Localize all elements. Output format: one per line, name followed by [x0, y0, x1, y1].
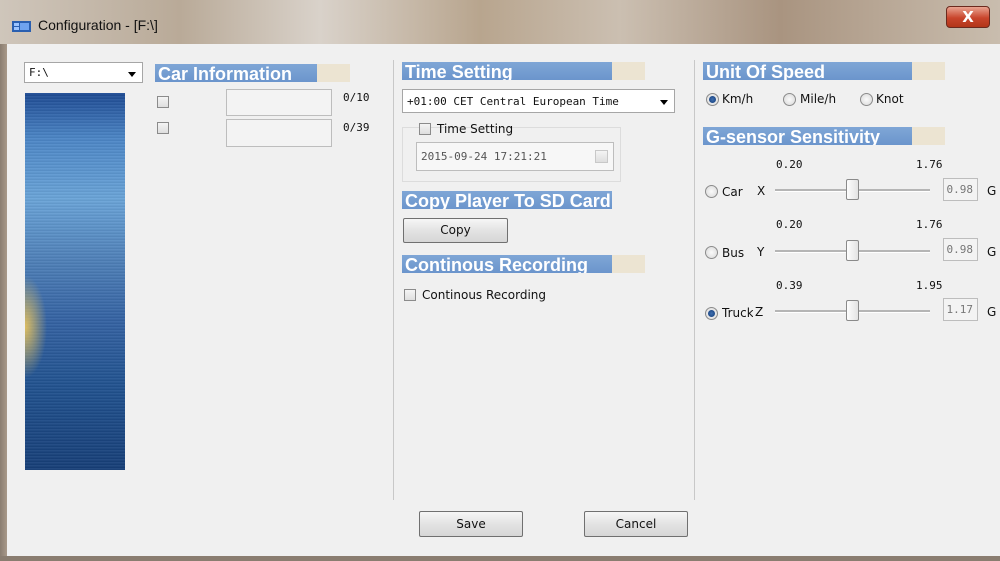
copy-button[interactable]: Copy: [403, 218, 508, 243]
calendar-toggle-icon[interactable]: [595, 150, 608, 163]
car-info-counter-1: 0/10: [343, 91, 370, 104]
time-setting-title: Time Setting: [405, 62, 513, 80]
unit-knot-label: Knot: [876, 92, 904, 106]
continuous-recording-header: Continous Recording: [402, 253, 645, 273]
continuous-recording-title: Continous Recording: [405, 255, 588, 273]
preset-car-radio[interactable]: [705, 185, 718, 198]
drive-select[interactable]: F:\: [24, 62, 143, 83]
g-sensor-y-slider-thumb[interactable]: [846, 240, 859, 261]
datetime-field[interactable]: 2015-09-24 17:21:21: [416, 142, 614, 171]
g-sensor-header: G-sensor Sensitivity: [703, 125, 945, 145]
window-frame-bottom: [0, 556, 1000, 561]
g-sensor-z-value[interactable]: 1.17: [943, 298, 978, 321]
timezone-select-value: +01:00 CET Central European Time: [407, 95, 619, 108]
axis-x-label: X: [757, 184, 766, 198]
close-button[interactable]: X: [946, 6, 990, 28]
column-divider-1: [393, 60, 394, 500]
app-icon: [12, 21, 31, 32]
unit-kmh-label: Km/h: [722, 92, 754, 106]
g-sensor-y-unit: G: [987, 245, 997, 259]
car-info-counter-2: 0/39: [343, 121, 370, 134]
close-icon: X: [962, 8, 974, 26]
g-sensor-z-unit: G: [987, 305, 997, 319]
bus-max-label: 1.76: [916, 218, 943, 231]
continuous-recording-checkbox[interactable]: [404, 289, 416, 301]
car-info-field-2[interactable]: [226, 119, 332, 147]
bus-min-label: 0.20: [776, 218, 803, 231]
time-setting-checkbox-label: Time Setting: [437, 122, 514, 136]
truck-max-label: 1.95: [916, 279, 943, 292]
preset-bus-label: Bus: [722, 246, 745, 260]
car-max-label: 1.76: [916, 158, 943, 171]
g-sensor-title: G-sensor Sensitivity: [706, 127, 881, 145]
axis-y-label: Y: [757, 245, 765, 259]
car-info-field-1[interactable]: [226, 89, 332, 116]
g-sensor-x-slider-thumb[interactable]: [846, 179, 859, 200]
preset-truck-radio[interactable]: [705, 307, 718, 320]
product-image: [25, 93, 125, 470]
truck-min-label: 0.39: [776, 279, 803, 292]
unit-of-speed-header: Unit Of Speed: [703, 60, 945, 80]
car-info-checkbox-2[interactable]: [157, 122, 169, 134]
preset-truck-label: Truck: [722, 306, 753, 320]
preset-car-label: Car: [722, 185, 743, 199]
unit-knot-radio[interactable]: [860, 93, 873, 106]
time-setting-header: Time Setting: [402, 60, 645, 80]
g-sensor-z-slider-thumb[interactable]: [846, 300, 859, 321]
continuous-recording-label: Continous Recording: [422, 288, 547, 302]
preset-bus-radio[interactable]: [705, 246, 718, 259]
car-info-checkbox-1[interactable]: [157, 96, 169, 108]
unit-mileh-radio[interactable]: [783, 93, 796, 106]
time-setting-checkbox[interactable]: [419, 123, 431, 135]
column-divider-2: [694, 60, 695, 500]
cancel-button[interactable]: Cancel: [584, 511, 688, 537]
chevron-down-icon: [660, 100, 668, 105]
copy-player-title: Copy Player To SD Card: [405, 191, 611, 209]
timezone-select[interactable]: +01:00 CET Central European Time: [402, 89, 675, 113]
chevron-down-icon: [128, 72, 136, 77]
car-information-title: Car Information: [158, 64, 293, 82]
g-sensor-x-value[interactable]: 0.98: [943, 178, 978, 201]
unit-kmh-radio[interactable]: [706, 93, 719, 106]
copy-player-header: Copy Player To SD Card: [402, 189, 650, 209]
g-sensor-x-unit: G: [987, 184, 997, 198]
window-frame-left: [0, 44, 7, 561]
g-sensor-y-value[interactable]: 0.98: [943, 238, 978, 261]
datetime-value: 2015-09-24 17:21:21: [421, 150, 547, 163]
unit-mileh-label: Mile/h: [800, 92, 837, 106]
window-title: Configuration - [F:\]: [38, 17, 158, 33]
car-min-label: 0.20: [776, 158, 803, 171]
save-button[interactable]: Save: [419, 511, 523, 537]
car-information-header: Car Information: [155, 62, 350, 82]
drive-select-value: F:\: [29, 66, 49, 79]
unit-of-speed-title: Unit Of Speed: [706, 62, 826, 80]
axis-z-label: Z: [755, 305, 764, 319]
